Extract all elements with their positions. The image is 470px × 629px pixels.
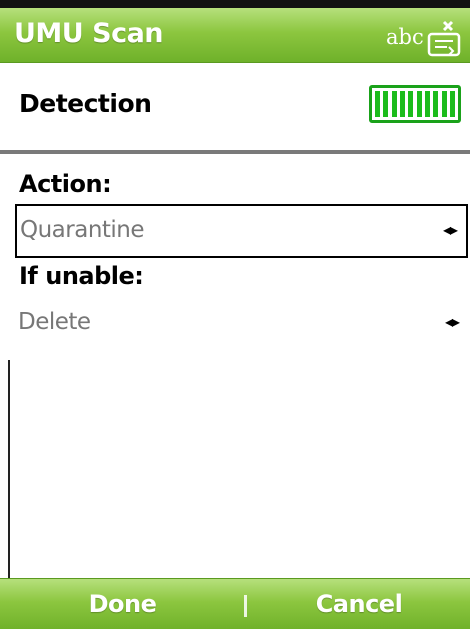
battery-icon bbox=[369, 85, 461, 123]
softkey-bar: Done Cancel bbox=[0, 578, 470, 629]
softkey-separator bbox=[244, 595, 247, 617]
battery-bar bbox=[399, 91, 405, 117]
content-edge-line bbox=[8, 360, 10, 578]
app-title: UMU Scan bbox=[14, 18, 164, 49]
left-right-arrows-icon[interactable]: ◂▸ bbox=[445, 312, 460, 331]
action-label: Action: bbox=[19, 170, 112, 198]
if-unable-label: If unable: bbox=[19, 262, 144, 290]
action-picker[interactable]: Quarantine ◂▸ bbox=[15, 204, 468, 258]
header-divider bbox=[0, 150, 470, 154]
battery-bar bbox=[449, 91, 455, 117]
status-strip bbox=[0, 0, 470, 8]
if-unable-picker[interactable]: Delete ◂▸ bbox=[15, 298, 468, 352]
left-right-arrows-icon[interactable]: ◂▸ bbox=[443, 220, 458, 239]
battery-bar bbox=[375, 91, 380, 117]
done-softkey[interactable]: Done bbox=[0, 579, 245, 629]
battery-bar bbox=[408, 91, 414, 117]
title-bar: UMU Scan abc bbox=[0, 8, 470, 63]
battery-bar bbox=[416, 91, 422, 117]
keyboard-icon[interactable] bbox=[426, 20, 462, 58]
if-unable-value: Delete bbox=[18, 309, 91, 335]
battery-bar bbox=[433, 91, 439, 117]
input-mode-indicator[interactable]: abc bbox=[386, 25, 424, 49]
action-value: Quarantine bbox=[20, 217, 145, 243]
detection-label: Detection bbox=[19, 89, 152, 118]
battery-bar bbox=[383, 91, 389, 117]
battery-bar bbox=[441, 91, 447, 117]
cancel-softkey[interactable]: Cancel bbox=[248, 579, 470, 629]
detection-header: Detection bbox=[0, 63, 470, 151]
battery-bar bbox=[391, 91, 397, 117]
umu-scan-screen: UMU Scan abc Detection Action: Quarantin… bbox=[0, 0, 470, 629]
battery-bar bbox=[424, 91, 430, 117]
